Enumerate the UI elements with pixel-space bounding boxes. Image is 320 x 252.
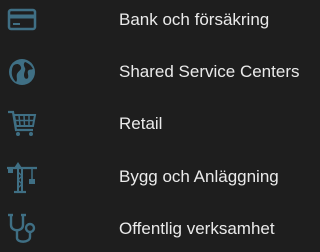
construction-crane-icon: [4, 159, 40, 195]
menu-item-label: Retail: [119, 114, 163, 133]
shopping-cart-icon: [4, 106, 40, 142]
menu-item-label: Bygg och Anläggning: [119, 167, 279, 186]
stethoscope-icon: [4, 211, 40, 247]
menu-item-bank-och-forsakring[interactable]: Bank och försäkring: [0, 0, 319, 52]
menu-item-retail[interactable]: Retail: [0, 104, 319, 156]
menu-item-label: Offentlig verksamhet: [119, 219, 275, 238]
industry-menu: Bank och försäkring Shared Service Cente…: [0, 0, 319, 252]
globe-icon: [4, 54, 40, 90]
menu-item-label: Shared Service Centers: [119, 62, 300, 81]
menu-item-bygg-och-anlaggning[interactable]: Bygg och Anläggning: [0, 157, 319, 209]
menu-item-label: Bank och försäkring: [119, 10, 270, 29]
menu-item-shared-service-centers[interactable]: Shared Service Centers: [0, 52, 319, 104]
menu-item-offentlig-verksamhet[interactable]: Offentlig verksamhet: [0, 209, 319, 252]
credit-card-icon: [4, 2, 40, 38]
